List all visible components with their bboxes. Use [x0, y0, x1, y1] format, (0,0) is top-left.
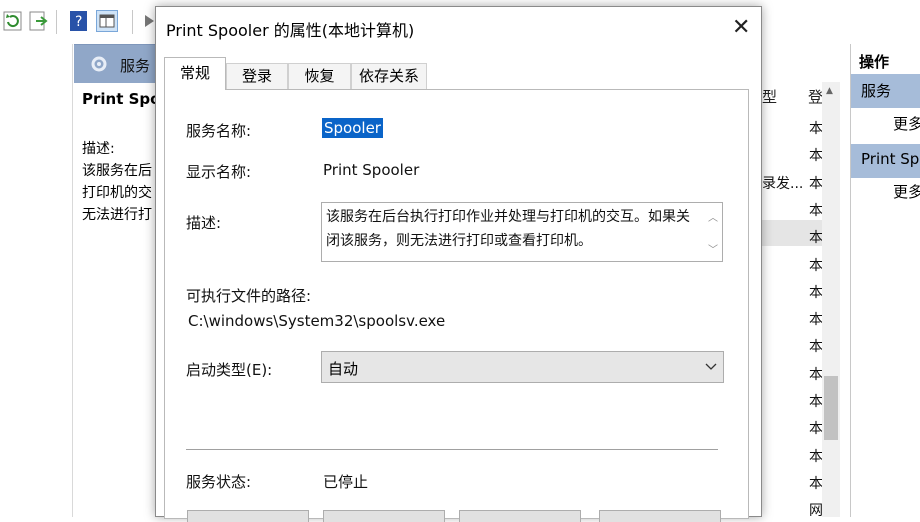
tab-recovery[interactable]: 恢复 [288, 63, 351, 89]
description-textbox[interactable]: 该服务在后台执行打印作业并处理与打印机的交互。如果关闭该服务，则无法进行打印或查… [321, 202, 723, 262]
row-login-cell: 本 [809, 448, 823, 465]
description-scrollbar[interactable]: ︿ ﹀ [704, 203, 722, 261]
tab-bar: 常规 登录 恢复 依存关系 [164, 57, 754, 90]
export-list-icon[interactable] [28, 10, 50, 32]
row-login-cell: 本 [809, 312, 823, 329]
scroll-down-icon[interactable]: ﹀ [708, 241, 718, 256]
stop-button[interactable] [323, 510, 445, 522]
tab-general[interactable]: 常规 [164, 57, 226, 90]
actions-more-1[interactable]: 更多 [893, 113, 920, 134]
console-tree-pane [0, 44, 73, 517]
svg-text:?: ? [75, 14, 82, 30]
tab-dependencies[interactable]: 依存关系 [351, 63, 427, 89]
actions-header-label: 操作 [859, 53, 890, 71]
service-status-label: 服务状态: [186, 473, 252, 491]
detail-desc-line: 该服务在后 [82, 163, 152, 179]
description-label: 描述: [186, 214, 222, 232]
properties-dialog: Print Spooler 的属性(本地计算机) ✕ 常规 登录 恢复 依存关系… [155, 6, 762, 522]
row-login-cell: 本 [809, 339, 823, 356]
actions-pane: 操作 服务 更多 Print Spo 更多 [850, 44, 920, 517]
exe-path-label: 可执行文件的路径: [186, 287, 312, 305]
general-tab-panel: 服务名称: Spooler 显示名称: Print Spooler 描述: 该服… [164, 89, 749, 522]
column-header-type[interactable]: 型 [762, 86, 777, 107]
startup-type-value: 自动 [328, 360, 359, 378]
row-startup-text: 录发... [762, 176, 804, 192]
refresh-icon[interactable] [2, 10, 24, 32]
scroll-up-arrow-icon[interactable]: ▲ [826, 86, 833, 96]
scroll-up-icon[interactable]: ︿ [708, 209, 718, 224]
description-text: 该服务在后台执行打印作业并处理与打印机的交互。如果关闭该服务，则无法进行打印或查… [326, 209, 690, 249]
row-login-cell: 本 [809, 230, 823, 247]
section-divider [186, 449, 718, 450]
start-button[interactable] [187, 510, 309, 522]
service-detail-description: 描述: 该服务在后 打印机的交 无法进行打 [82, 138, 152, 226]
help-icon[interactable]: ? [68, 10, 90, 32]
resume-button[interactable] [599, 510, 721, 522]
services-header-label: 服务 [120, 57, 151, 75]
startup-type-label: 启动类型(E): [186, 361, 273, 379]
row-login-cell: 网 [809, 503, 823, 520]
column-header-login[interactable]: 登 [808, 86, 823, 107]
display-name-label: 显示名称: [186, 163, 252, 181]
row-login-cell: 本 [809, 421, 823, 438]
scrollbar-thumb[interactable] [824, 376, 838, 440]
startup-type-select[interactable]: 自动 [321, 351, 724, 383]
service-name-value[interactable]: Spooler [322, 118, 383, 138]
row-login-cell: 本 [809, 257, 823, 274]
dialog-title: Print Spooler 的属性(本地计算机) [166, 21, 415, 40]
row-login-cell: 本 [809, 475, 823, 492]
tab-login[interactable]: 登录 [226, 63, 288, 89]
service-detail-title: Print Spo [82, 90, 161, 108]
actions-header: 操作 [851, 44, 920, 75]
exe-path-value[interactable]: C:\windows\System32\spoolsv.exe [188, 312, 445, 330]
services-gear-icon [91, 56, 107, 72]
row-login-cell: 本 [809, 175, 823, 192]
row-login-cell: 本 [809, 148, 823, 165]
row-login-cell: 本 [809, 202, 823, 219]
close-icon[interactable]: ✕ [732, 15, 750, 40]
actions-section-print-spooler[interactable]: Print Spo [851, 144, 920, 178]
services-header: 服务 [74, 44, 156, 83]
row-login-cell: 本 [809, 394, 823, 410]
show-hide-pane-icon[interactable] [96, 10, 118, 32]
actions-section-services[interactable]: 服务 [851, 74, 920, 108]
row-login-cell: 本 [809, 121, 823, 137]
detail-desc-label: 描述: [82, 141, 115, 157]
actions-section-label: Print Spo [861, 150, 920, 168]
row-login-cell: 本 [809, 284, 823, 301]
actions-more-2[interactable]: 更多 [893, 181, 920, 202]
display-name-value[interactable]: Print Spooler [323, 161, 419, 179]
detail-desc-line: 打印机的交 [82, 185, 152, 201]
services-list-scrollbar[interactable]: ▲ [822, 82, 840, 517]
detail-desc-line: 无法进行打 [82, 207, 152, 223]
actions-section-label: 服务 [861, 82, 892, 100]
chevron-down-icon [705, 363, 717, 370]
service-status-value: 已停止 [323, 473, 369, 491]
pause-button[interactable] [459, 510, 581, 522]
service-name-label: 服务名称: [186, 122, 252, 140]
row-login-cell: 本 [809, 366, 823, 383]
